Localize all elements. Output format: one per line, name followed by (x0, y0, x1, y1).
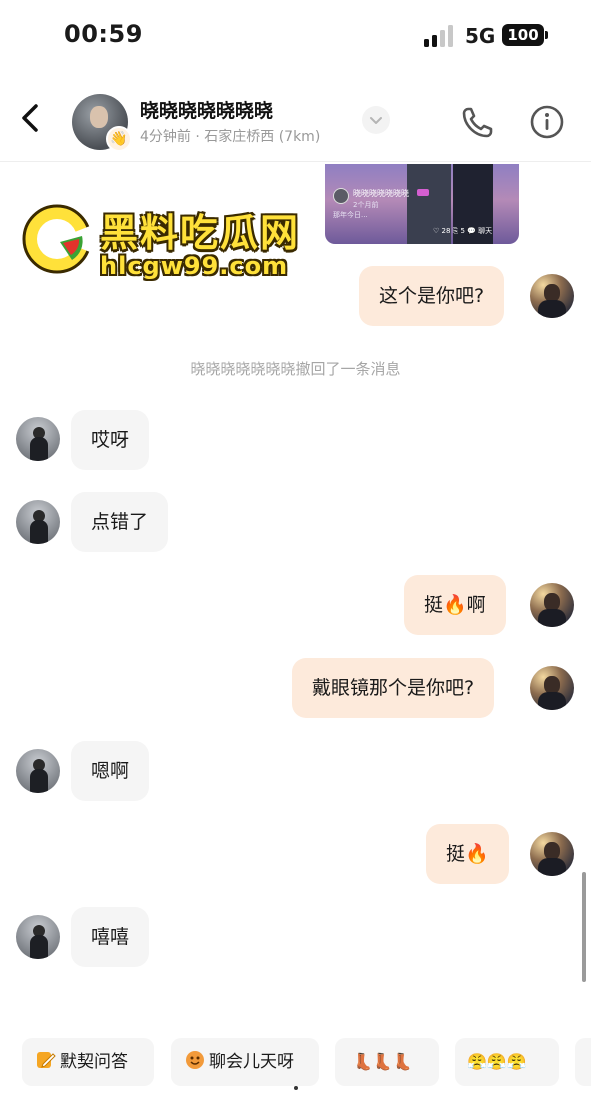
post-author: 晓晓晓晓晓晓晓 (353, 189, 409, 198)
info-button[interactable] (527, 102, 567, 142)
expand-profile-button[interactable] (362, 106, 390, 134)
quick-reply-chip[interactable]: 聊会儿天呀 (171, 1038, 319, 1086)
message-bubble-outgoing[interactable]: 戴眼镜那个是你吧? (292, 658, 495, 718)
phone-icon (462, 107, 493, 138)
post-tag-badge (417, 189, 429, 196)
watermark-logo-icon (22, 204, 93, 274)
pencil-note-icon (37, 1052, 56, 1068)
message-bubble-outgoing[interactable]: 挺🔥 (426, 824, 509, 884)
back-button[interactable] (14, 98, 48, 138)
network-type: 5G (465, 24, 496, 48)
contact-message-avatar[interactable] (16, 500, 60, 544)
chevron-left-icon (22, 104, 38, 132)
chevron-down-icon (370, 117, 382, 124)
message-bubble-outgoing[interactable]: 这个是你吧? (359, 266, 505, 326)
recall-notice: 晓晓晓晓晓晓晓撤回了一条消息 (190, 360, 401, 378)
call-button[interactable] (458, 102, 498, 142)
contact-message-avatar[interactable] (16, 915, 60, 959)
contact-avatar[interactable]: 👋 (72, 94, 132, 152)
info-icon (530, 105, 564, 139)
contact-status: 4分钟前 · 石家庄桥西 (7km) (140, 129, 321, 145)
chat-face-icon (186, 1051, 204, 1069)
message-bubble-incoming[interactable]: 哎呀 (71, 410, 150, 470)
quick-reply-chip[interactable]: 👢👢👢 (335, 1038, 439, 1086)
chat-header: 👋 晓晓晓晓晓晓晓 4分钟前 · 石家庄桥西 (7km) (0, 78, 591, 162)
contact-message-avatar[interactable] (16, 749, 60, 793)
watermark: 黑料吃瓜网 hlcgw99.com (20, 198, 310, 288)
battery-icon: 100 (502, 24, 548, 46)
quick-reply-chip[interactable]: 默契问答 (22, 1038, 154, 1086)
quick-reply-bar: 默契问答 聊会儿天呀 👢👢👢 😤😤😤 (0, 1038, 591, 1088)
my-avatar[interactable] (530, 832, 574, 876)
post-time: 2个月前 (353, 201, 379, 209)
signal-strength-icon (424, 25, 456, 47)
watermark-title: 黑料吃瓜网 (100, 211, 301, 255)
post-caption: 那年今日... (333, 211, 368, 219)
quick-reply-label: 😤😤😤 (467, 1052, 527, 1071)
post-author-avatar (333, 188, 349, 204)
shared-post-card[interactable]: 晓晓晓晓晓晓晓 2个月前 那年今日... ♡ 28 ⎘ 5 💬 聊天 (325, 164, 519, 244)
my-avatar[interactable] (530, 274, 574, 318)
message-bubble-outgoing[interactable]: 挺🔥啊 (404, 575, 506, 635)
quick-reply-chip[interactable] (575, 1038, 591, 1086)
quick-reply-label: 默契问答 (60, 1052, 128, 1072)
quick-reply-label: 👢👢👢 (353, 1052, 413, 1071)
watermark-url: hlcgw99.com (100, 252, 289, 280)
hand-wave-icon: 👋 (106, 126, 132, 152)
message-bubble-incoming[interactable]: 嗯啊 (71, 741, 150, 801)
chat-scrollbar[interactable] (582, 872, 586, 982)
status-time: 00:59 (64, 20, 143, 48)
my-avatar[interactable] (530, 583, 574, 627)
message-bubble-incoming[interactable]: 点错了 (71, 492, 169, 552)
page-indicator-dot (294, 1086, 298, 1090)
message-bubble-incoming[interactable]: 嘻嘻 (71, 907, 150, 967)
contact-name[interactable]: 晓晓晓晓晓晓晓 (140, 96, 273, 123)
status-bar: 00:59 5G 100 (0, 0, 591, 70)
quick-reply-label: 聊会儿天呀 (209, 1052, 294, 1072)
contact-message-avatar[interactable] (16, 417, 60, 461)
post-stats: ♡ 28 ⎘ 5 💬 聊天 (433, 227, 493, 235)
quick-reply-chip[interactable]: 😤😤😤 (455, 1038, 559, 1086)
my-avatar[interactable] (530, 666, 574, 710)
